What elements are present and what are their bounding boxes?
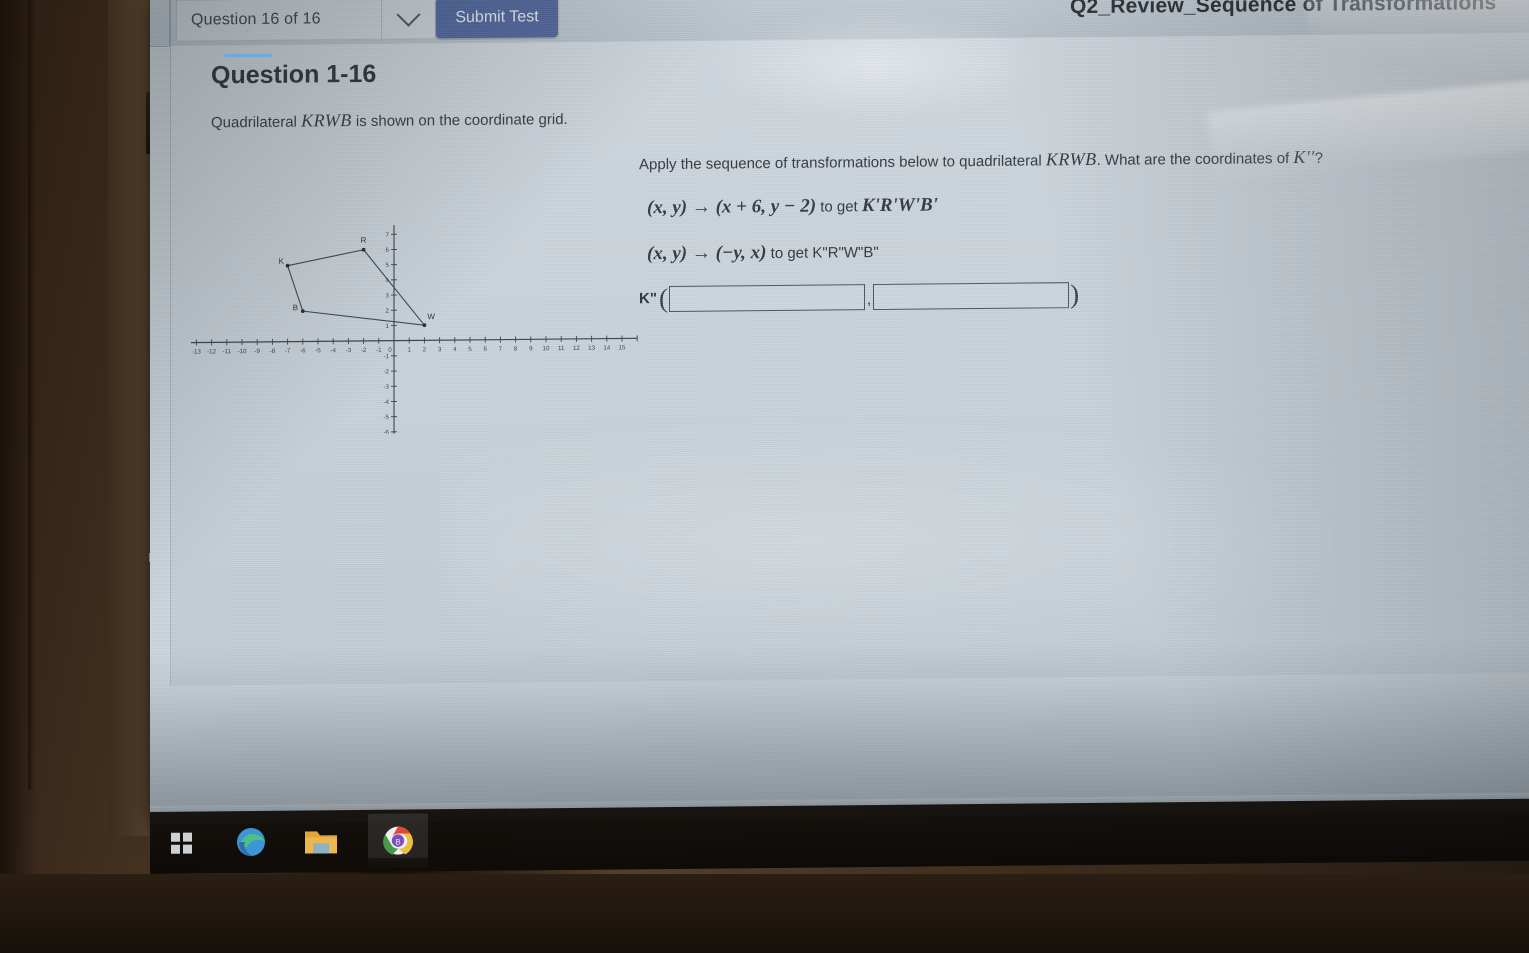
- svg-text:-4: -4: [383, 399, 389, 406]
- answer-y-input[interactable]: [873, 281, 1070, 310]
- svg-text:-1: -1: [376, 347, 382, 354]
- chrome-active-indicator: [224, 54, 272, 57]
- apply-figure-name: KRWB: [1045, 148, 1097, 170]
- svg-text:W: W: [427, 312, 435, 321]
- svg-text:K: K: [279, 257, 285, 266]
- answer-x-input[interactable]: [668, 283, 865, 312]
- coordinate-grid-svg: -14-13-12-11-10-9-8-7-6-5-4-3-2-11234567…: [191, 225, 638, 436]
- question-selector-label: Question 16 of 16: [191, 10, 321, 29]
- quadrilateral-group: K R W B: [279, 236, 435, 328]
- svg-text:B: B: [395, 838, 400, 847]
- chevron-down-icon: [396, 2, 421, 27]
- svg-text:-2: -2: [383, 368, 389, 375]
- svg-text:-2: -2: [361, 347, 367, 354]
- question-content-area: Question 1-16 Quadrilateral KRWB is show…: [170, 32, 1529, 686]
- svg-text:-10: -10: [238, 348, 248, 355]
- svg-text:12: 12: [573, 345, 580, 352]
- transformation-rule-2: (x, y) → (−y, x) to get K"R"W"B": [647, 241, 879, 265]
- svg-text:1: 1: [386, 323, 390, 330]
- svg-text:-3: -3: [346, 347, 352, 354]
- screen-content: Question 16 of 16 Submit Test Q2_Review_…: [150, 0, 1529, 825]
- svg-text:4: 4: [453, 346, 457, 353]
- svg-text:15: 15: [619, 344, 626, 351]
- transformation-1-rule: (x, y) → (x + 6, y − 2): [647, 195, 817, 219]
- svg-text:2: 2: [423, 346, 427, 353]
- svg-text:1: 1: [407, 346, 411, 353]
- svg-text:R: R: [361, 236, 367, 245]
- svg-text:-11: -11: [223, 348, 232, 355]
- svg-text:5: 5: [468, 346, 472, 353]
- apply-suffix: . What are the coordinates of: [1096, 150, 1290, 169]
- svg-text:-3: -3: [383, 384, 389, 391]
- transformation-rule-1: (x, y) → (x + 6, y − 2) to get K'R'W'B': [647, 194, 938, 219]
- transformation-2-rule: (x, y) → (−y, x): [647, 242, 767, 265]
- question-selector[interactable]: Question 16 of 16: [176, 0, 381, 42]
- svg-text:-6: -6: [300, 348, 306, 355]
- desk-surface: [0, 874, 1529, 953]
- folder-icon: [305, 831, 337, 854]
- submit-test-label: Submit Test: [455, 8, 539, 27]
- page-title: Question 1-16: [211, 59, 377, 90]
- apply-target-name: K'': [1293, 146, 1315, 168]
- apply-prefix: Apply the sequence of transformations be…: [639, 152, 1042, 174]
- svg-text:B: B: [293, 303, 298, 312]
- svg-text:-4: -4: [330, 347, 336, 354]
- answer-separator: ,: [866, 291, 872, 309]
- answer-row: K" ( , ): [639, 279, 1080, 314]
- svg-text:9: 9: [529, 345, 533, 352]
- question-dropdown-button[interactable]: [381, 0, 436, 40]
- windows-logo-icon: [170, 832, 192, 854]
- chrome-browser-icon: B: [383, 826, 413, 855]
- prompt-prefix: Quadrilateral: [211, 113, 297, 132]
- assignment-title: Q2_Review_Sequence of Transformations: [1070, 0, 1497, 19]
- coordinate-grid-figure: -14-13-12-11-10-9-8-7-6-5-4-3-2-11234567…: [191, 141, 641, 436]
- start-button[interactable]: [158, 819, 204, 865]
- monitor-screen: Question 16 of 16 Submit Test Q2_Review_…: [150, 0, 1529, 825]
- svg-text:11: 11: [558, 345, 565, 352]
- answer-close-paren: ): [1070, 279, 1080, 310]
- axes-group: -14-13-12-11-10-9-8-7-6-5-4-3-2-11234567…: [191, 225, 638, 436]
- svg-text:13: 13: [588, 345, 595, 352]
- svg-text:6: 6: [483, 346, 487, 353]
- question-prompt: Quadrilateral KRWB is shown on the coord…: [211, 108, 568, 132]
- transformation-1-connector: to get: [820, 198, 858, 216]
- transformation-1-result: K'R'W'B': [861, 194, 938, 217]
- prompt-figure-name: KRWB: [301, 110, 352, 131]
- svg-text:14: 14: [603, 345, 610, 352]
- answer-label: K": [639, 290, 657, 308]
- prompt-suffix: is shown on the coordinate grid.: [355, 110, 568, 131]
- submit-test-button[interactable]: Submit Test: [436, 0, 558, 39]
- svg-text:3: 3: [386, 292, 390, 299]
- svg-text:3: 3: [438, 346, 442, 353]
- desk-edge-shadow: [28, 0, 34, 790]
- toolbar-divider: [169, 0, 171, 46]
- svg-text:2: 2: [386, 308, 390, 315]
- svg-text:-1: -1: [383, 353, 389, 360]
- svg-text:10: 10: [543, 345, 550, 352]
- svg-text:7: 7: [499, 346, 503, 353]
- transformation-2-result: K"R"W"B": [812, 244, 879, 262]
- svg-text:6: 6: [386, 247, 390, 254]
- apply-instruction: Apply the sequence of transformations be…: [639, 147, 1339, 175]
- svg-text:-13: -13: [192, 349, 202, 356]
- svg-text:7: 7: [386, 232, 390, 239]
- svg-text:-8: -8: [270, 348, 276, 355]
- answer-open-paren: (: [658, 283, 668, 314]
- edge-browser-icon: [237, 828, 265, 857]
- svg-text:-5: -5: [383, 414, 389, 421]
- transformation-2-connector: to get: [770, 244, 809, 263]
- svg-text:-12: -12: [207, 348, 217, 355]
- svg-text:-5: -5: [315, 347, 321, 354]
- svg-text:8: 8: [514, 345, 518, 352]
- apply-end: ?: [1314, 149, 1323, 167]
- svg-text:-6: -6: [383, 429, 389, 435]
- svg-text:-9: -9: [254, 348, 260, 355]
- svg-text:-7: -7: [285, 348, 291, 355]
- svg-text:5: 5: [386, 262, 390, 269]
